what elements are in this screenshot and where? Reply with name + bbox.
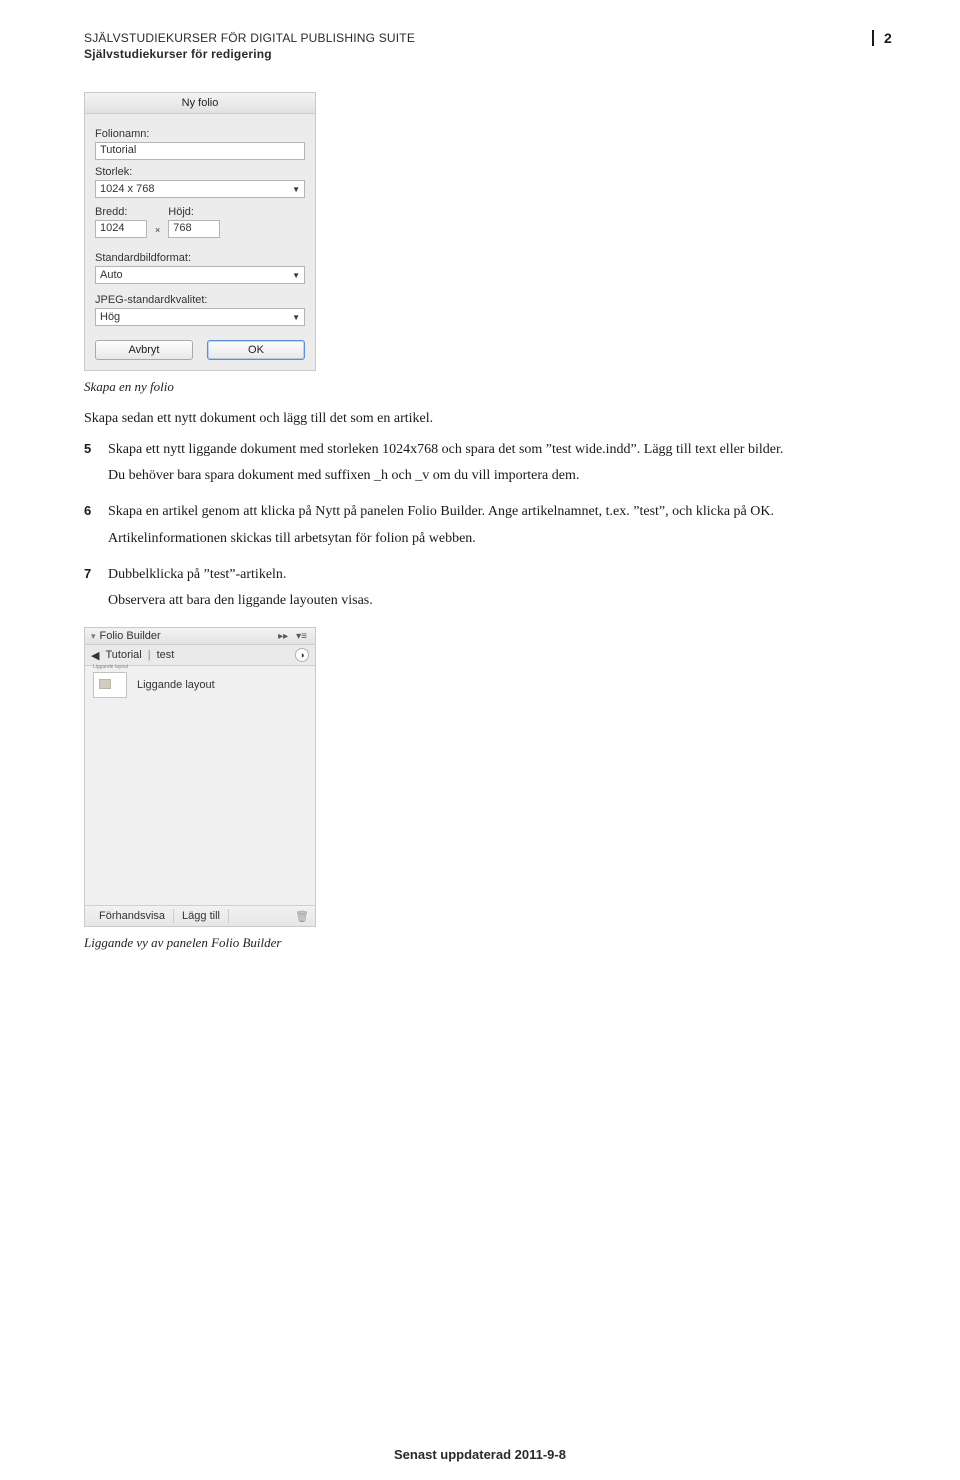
- size-dropdown[interactable]: 1024 x 768 ▼: [95, 180, 305, 198]
- chevron-down-icon: ▼: [292, 271, 300, 280]
- header-line1: SJÄLVSTUDIEKURSER FÖR DIGITAL PUBLISHING…: [84, 30, 872, 46]
- step6-paragraph2: Artikelinformationen skickas till arbets…: [108, 529, 900, 549]
- crumb-separator: |: [148, 649, 151, 661]
- back-icon[interactable]: ◀: [91, 649, 99, 662]
- list-item[interactable]: Liggande layout Liggande layout: [93, 672, 307, 698]
- preview-button[interactable]: Förhandsvisa: [91, 909, 174, 923]
- dialog-caption: Skapa en ny folio: [84, 379, 900, 395]
- dimension-separator: ×: [155, 225, 160, 238]
- step-6: 6 Skapa en artikel genom att klicka på N…: [84, 502, 900, 555]
- step7-paragraph2: Observera att bara den liggande layouten…: [108, 591, 900, 611]
- dialog-title: Ny folio: [85, 93, 315, 114]
- format-value: Auto: [100, 269, 123, 281]
- folio-name-input[interactable]: Tutorial: [95, 142, 305, 160]
- panel-footer: Förhandsvisa Lägg till 🗑: [85, 905, 315, 926]
- article-body: Skapa sedan ett nytt dokument och lägg t…: [84, 409, 900, 617]
- quality-dropdown[interactable]: Hög ▼: [95, 308, 305, 326]
- panel-list: Liggande layout Liggande layout: [85, 666, 315, 905]
- height-label: Höjd:: [168, 206, 220, 218]
- item-label: Liggande layout: [137, 679, 215, 691]
- intro-paragraph: Skapa sedan ett nytt dokument och lägg t…: [84, 409, 900, 429]
- step-number: 7: [84, 565, 98, 618]
- size-label: Storlek:: [95, 166, 305, 178]
- step5-paragraph1: Skapa ett nytt liggande dokument med sto…: [108, 440, 900, 460]
- crumb-tutorial[interactable]: Tutorial: [105, 649, 141, 661]
- cancel-button[interactable]: Avbryt: [95, 340, 193, 360]
- step-7: 7 Dubbelklicka på ”test”-artikeln. Obser…: [84, 565, 900, 618]
- panel-caption: Liggande vy av panelen Folio Builder: [84, 935, 900, 951]
- sync-icon[interactable]: ◑: [295, 648, 309, 662]
- collapse-icon[interactable]: ▸▸: [276, 631, 290, 642]
- size-value: 1024 x 768: [100, 183, 154, 195]
- page-number: 2: [872, 30, 900, 46]
- layout-thumbnail: Liggande layout: [93, 672, 127, 698]
- step5-paragraph2: Du behöver bara spara dokument med suffi…: [108, 466, 900, 486]
- trash-icon[interactable]: 🗑: [295, 910, 309, 923]
- width-input[interactable]: 1024: [95, 220, 147, 238]
- chevron-down-icon: ▼: [292, 313, 300, 322]
- footer-date: Senast uppdaterad 2011-9-8: [0, 1447, 960, 1462]
- step-number: 5: [84, 440, 98, 493]
- crumb-test[interactable]: test: [157, 649, 175, 661]
- width-label: Bredd:: [95, 206, 147, 218]
- height-input[interactable]: 768: [168, 220, 220, 238]
- quality-label: JPEG-standardkvalitet:: [95, 294, 305, 306]
- folio-name-label: Folionamn:: [95, 128, 305, 140]
- add-button[interactable]: Lägg till: [174, 909, 229, 923]
- menu-icon[interactable]: ▾≡: [294, 631, 309, 642]
- thumbnail-preview-icon: [99, 679, 111, 689]
- panel-breadcrumb: ◀ Tutorial | test ◑: [85, 645, 315, 666]
- format-dropdown[interactable]: Auto ▼: [95, 266, 305, 284]
- panel-title: Folio Builder: [100, 630, 161, 642]
- header-text: SJÄLVSTUDIEKURSER FÖR DIGITAL PUBLISHING…: [84, 30, 872, 62]
- ok-button[interactable]: OK: [207, 340, 305, 360]
- step7-paragraph1: Dubbelklicka på ”test”-artikeln.: [108, 565, 900, 585]
- panel-grip-icon: ▾: [91, 631, 96, 642]
- format-label: Standardbildformat:: [95, 252, 305, 264]
- new-folio-dialog: Ny folio Folionamn: Tutorial Storlek: 10…: [84, 92, 316, 371]
- chevron-down-icon: ▼: [292, 185, 300, 194]
- folio-builder-panel: ▾ Folio Builder ▸▸ ▾≡ ◀ Tutorial | test …: [84, 627, 316, 927]
- step-number: 6: [84, 502, 98, 555]
- quality-value: Hög: [100, 311, 120, 323]
- step-5: 5 Skapa ett nytt liggande dokument med s…: [84, 440, 900, 493]
- header-line2: Självstudiekurser för redigering: [84, 46, 872, 62]
- page-header: SJÄLVSTUDIEKURSER FÖR DIGITAL PUBLISHING…: [84, 30, 900, 62]
- thumb-label: Liggande layout: [93, 664, 128, 670]
- step6-paragraph1: Skapa en artikel genom att klicka på Nyt…: [108, 502, 900, 522]
- panel-titlebar: ▾ Folio Builder ▸▸ ▾≡: [85, 628, 315, 645]
